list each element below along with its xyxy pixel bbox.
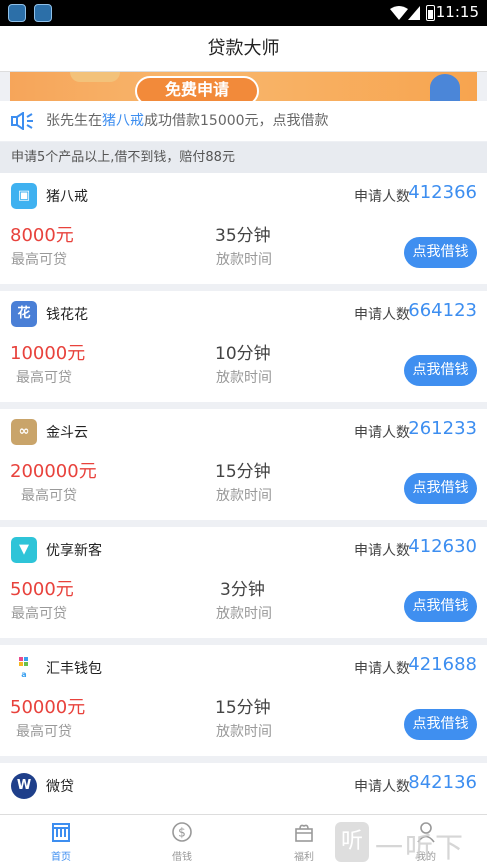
tab-label: 首页 — [51, 852, 71, 863]
dollar-icon: $ — [172, 822, 192, 842]
disbursement-caption: 放款时间 — [216, 488, 272, 504]
applicant-count: 664123 — [408, 300, 477, 321]
max-loan-amount: 50000元 — [10, 697, 86, 718]
tip-bar: 申请5个产品以上,借不到钱，赔付88元 — [0, 142, 487, 173]
tab-label: 借钱 — [172, 852, 192, 863]
battery-icon — [426, 5, 435, 21]
product-name: 猪八戒 — [46, 189, 88, 205]
max-loan-amount: 200000元 — [10, 461, 97, 482]
product-logo-icon: ▣ — [11, 183, 37, 209]
disbursement-caption: 放款时间 — [216, 724, 272, 740]
disbursement-time: 15分钟 — [215, 462, 271, 482]
product-name: 优享新客 — [46, 543, 102, 559]
applicant-count-label: 申请人数 — [354, 307, 410, 323]
product-logo-icon: W — [11, 773, 37, 799]
watermark-logo: 听 一听下载 — [335, 816, 487, 866]
max-loan-caption: 最高可贷 — [21, 488, 77, 504]
signal-icon — [408, 6, 420, 20]
max-loan-amount: 8000元 — [10, 225, 74, 246]
status-bar: 11:15 — [0, 0, 487, 26]
tab-borrow[interactable]: $ 借钱 — [142, 815, 222, 866]
watermark-glyph: 听 — [335, 822, 369, 862]
banner-decoration — [70, 72, 120, 82]
product-logo-icon: ∞ — [11, 419, 37, 445]
clock: 11:15 — [435, 3, 479, 21]
product-name: 金斗云 — [46, 425, 88, 441]
disbursement-caption: 放款时间 — [216, 370, 272, 386]
watermark-text: 一听下载 — [375, 831, 466, 864]
app-notification-icon — [34, 4, 52, 22]
multicolor-logo-icon: a — [19, 657, 28, 679]
applicant-count-label: 申请人数 — [354, 661, 410, 677]
product-name: 微贷 — [46, 779, 74, 795]
borrow-button[interactable]: 点我借钱 — [404, 237, 477, 268]
max-loan-caption: 最高可贷 — [16, 724, 72, 740]
disbursement-caption: 放款时间 — [216, 606, 272, 622]
notice-bar[interactable]: 张先生在猪八戒成功借款15000元，点我借款 — [0, 101, 487, 141]
borrow-button[interactable]: 点我借钱 — [404, 355, 477, 386]
tab-benefits[interactable]: 福利 — [264, 815, 344, 866]
home-icon — [52, 823, 70, 842]
product-name: 汇丰钱包 — [46, 661, 102, 677]
speaker-icon — [11, 112, 33, 130]
svg-text:a: a — [21, 670, 26, 679]
borrow-button[interactable]: 点我借钱 — [404, 591, 477, 622]
tab-home[interactable]: 首页 — [21, 815, 101, 866]
product-card[interactable]: a 汇丰钱包 申请人数 421688 50000元 最高可贷 15分钟 放款时间… — [0, 645, 487, 756]
applicant-count-label: 申请人数 — [354, 543, 410, 559]
svg-text:$: $ — [178, 826, 186, 840]
applicant-count-label: 申请人数 — [354, 779, 410, 795]
max-loan-caption: 最高可贷 — [11, 606, 67, 622]
banner-person-image — [430, 74, 460, 101]
free-apply-button[interactable]: 免费申请 — [135, 76, 259, 101]
applicant-count-label: 申请人数 — [354, 189, 410, 205]
page-title: 贷款大师 — [0, 26, 487, 72]
applicant-count: 412630 — [408, 536, 477, 557]
notice-highlight: 猪八戒 — [102, 113, 144, 129]
promo-banner[interactable]: 免费申请 — [10, 72, 477, 101]
borrow-button[interactable]: 点我借钱 — [404, 709, 477, 740]
disbursement-time: 10分钟 — [215, 344, 271, 364]
product-logo-icon: a — [11, 655, 37, 681]
wifi-icon — [390, 6, 408, 20]
tab-label: 福利 — [294, 852, 314, 863]
disbursement-caption: 放款时间 — [216, 252, 272, 268]
product-name: 钱花花 — [46, 307, 88, 323]
product-card[interactable]: ∞ 金斗云 申请人数 261233 200000元 最高可贷 15分钟 放款时间… — [0, 409, 487, 520]
disbursement-time: 35分钟 — [215, 226, 271, 246]
disbursement-time: 15分钟 — [215, 698, 271, 718]
product-logo-icon: ▼ — [11, 537, 37, 563]
product-card[interactable]: 花 钱花花 申请人数 664123 10000元 最高可贷 10分钟 放款时间 … — [0, 291, 487, 402]
gift-icon — [295, 824, 313, 842]
applicant-count: 412366 — [408, 182, 477, 203]
product-logo-icon: 花 — [11, 301, 37, 327]
applicant-count: 261233 — [408, 418, 477, 439]
max-loan-amount: 10000元 — [10, 343, 86, 364]
product-card[interactable]: ▼ 优享新客 申请人数 412630 5000元 最高可贷 3分钟 放款时间 点… — [0, 527, 487, 638]
notice-suffix: 成功借款15000元，点我借款 — [144, 113, 329, 129]
max-loan-caption: 最高可贷 — [16, 370, 72, 386]
app-notification-icon — [8, 4, 26, 22]
max-loan-caption: 最高可贷 — [11, 252, 67, 268]
borrow-button[interactable]: 点我借钱 — [404, 473, 477, 504]
applicant-count: 421688 — [408, 654, 477, 675]
disbursement-time: 3分钟 — [220, 580, 265, 600]
max-loan-amount: 5000元 — [10, 579, 74, 600]
applicant-count: 842136 — [408, 772, 477, 793]
applicant-count-label: 申请人数 — [354, 425, 410, 441]
product-card[interactable]: ▣ 猪八戒 申请人数 412366 8000元 最高可贷 35分钟 放款时间 点… — [0, 173, 487, 284]
notice-prefix: 张先生在 — [46, 113, 102, 129]
